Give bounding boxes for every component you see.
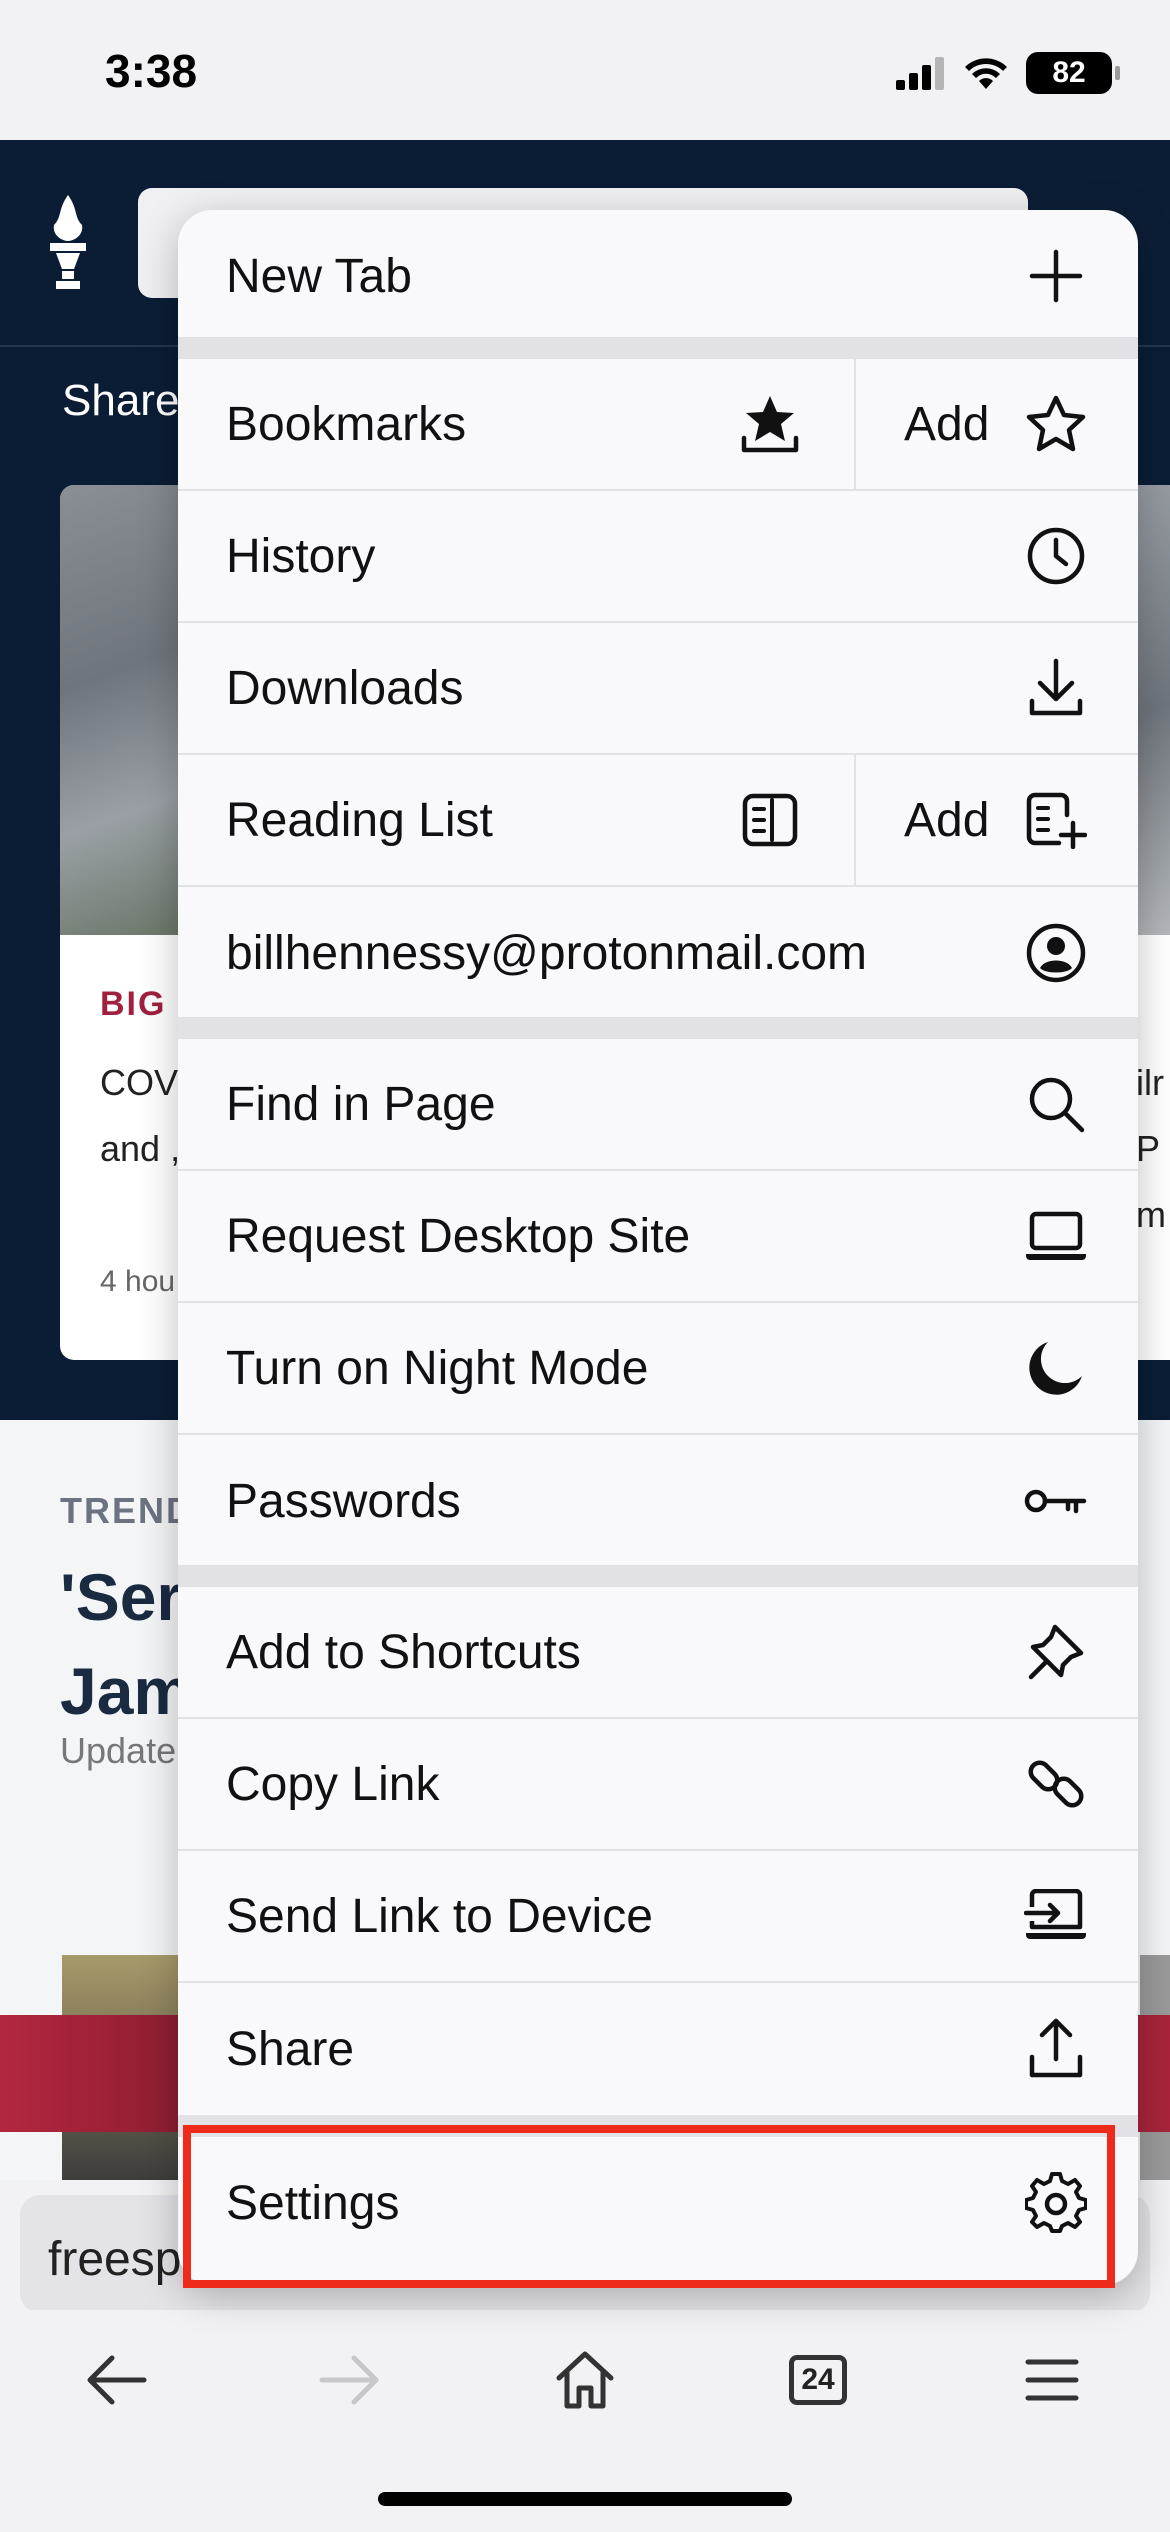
menu-item-bookmarks[interactable]: Bookmarks Add bbox=[178, 359, 1138, 491]
settings-highlight-box bbox=[183, 2125, 1115, 2288]
reading-list-icon bbox=[738, 788, 802, 852]
article-time: 4 hou bbox=[100, 1265, 176, 1298]
link-icon bbox=[1024, 1752, 1088, 1816]
promo-banner[interactable] bbox=[0, 2015, 180, 2132]
clock-icon bbox=[1024, 524, 1088, 588]
bookmarks-tray-star-icon bbox=[738, 392, 802, 456]
menu-item-label: New Tab bbox=[226, 249, 412, 303]
article-summary: COVI and , bbox=[100, 1062, 189, 1169]
trending-headline[interactable]: 'Ser Jam bbox=[60, 1550, 192, 1738]
menu-item-night-mode[interactable]: Turn on Night Mode bbox=[178, 1303, 1138, 1435]
share-link[interactable]: Share bbox=[62, 376, 179, 426]
cellular-signal-icon bbox=[896, 56, 946, 90]
split-divider bbox=[854, 359, 856, 491]
menu-item-label: Reading List bbox=[226, 793, 493, 847]
star-outline-icon[interactable] bbox=[1024, 392, 1088, 456]
menu-item-reading-list[interactable]: Reading List Add bbox=[178, 755, 1138, 887]
browser-menu-popup: New Tab Bookmarks Add History Downloads … bbox=[178, 210, 1138, 2285]
menu-item-downloads[interactable]: Downloads bbox=[178, 623, 1138, 755]
menu-item-history[interactable]: History bbox=[178, 491, 1138, 623]
menu-item-passwords[interactable]: Passwords bbox=[178, 1435, 1138, 1567]
forward-arrow-icon bbox=[319, 2355, 379, 2405]
back-button[interactable] bbox=[76, 2340, 156, 2420]
menu-item-account[interactable]: billhennessy@protonmail.com bbox=[178, 887, 1138, 1019]
menu-item-add-to-shortcuts[interactable]: Add to Shortcuts bbox=[178, 1587, 1138, 1719]
send-to-device-icon bbox=[1024, 1884, 1088, 1948]
menu-item-share[interactable]: Share bbox=[178, 1983, 1138, 2115]
menu-button[interactable] bbox=[1012, 2340, 1092, 2420]
menu-item-label: Add to Shortcuts bbox=[226, 1625, 581, 1679]
menu-item-label: Passwords bbox=[226, 1474, 461, 1528]
menu-item-label: Downloads bbox=[226, 661, 464, 715]
moon-icon bbox=[1024, 1336, 1088, 1400]
menu-item-label: Share bbox=[226, 2022, 355, 2076]
menu-item-label: Find in Page bbox=[226, 1077, 496, 1131]
menu-group-separator bbox=[178, 1565, 1138, 1587]
trending-label: TREND bbox=[60, 1490, 194, 1531]
account-avatar-icon bbox=[1024, 921, 1088, 985]
wifi-icon bbox=[962, 55, 1010, 91]
laptop-icon bbox=[1024, 1204, 1088, 1268]
menu-group-separator bbox=[178, 337, 1138, 359]
article-summary: ilr P m bbox=[1136, 1062, 1166, 1235]
menu-item-label: Copy Link bbox=[226, 1757, 440, 1811]
menu-item-label: Bookmarks bbox=[226, 397, 467, 451]
home-icon bbox=[556, 2351, 614, 2409]
add-reading-list-label[interactable]: Add bbox=[904, 793, 989, 848]
home-button[interactable] bbox=[545, 2340, 625, 2420]
menu-item-label: Turn on Night Mode bbox=[226, 1341, 649, 1395]
forward-button[interactable] bbox=[310, 2340, 390, 2420]
status-bar: 3:38 82 bbox=[0, 0, 1170, 140]
menu-item-find-in-page[interactable]: Find in Page bbox=[178, 1039, 1138, 1171]
reading-list-add-icon[interactable] bbox=[1024, 788, 1088, 852]
plus-icon bbox=[1024, 244, 1088, 308]
url-text: freesp bbox=[48, 2233, 182, 2286]
back-arrow-icon bbox=[87, 2355, 147, 2405]
status-icons: 82 bbox=[896, 52, 1120, 94]
menu-item-send-link-to-device[interactable]: Send Link to Device bbox=[178, 1851, 1138, 1983]
tabs-count-icon: 24 bbox=[789, 2355, 847, 2405]
status-time: 3:38 bbox=[105, 45, 198, 97]
battery-indicator: 82 bbox=[1026, 52, 1120, 94]
pin-icon bbox=[1024, 1620, 1088, 1684]
menu-item-label: billhennessy@protonmail.com bbox=[226, 926, 868, 980]
home-indicator bbox=[378, 2492, 792, 2506]
tabs-button[interactable]: 24 bbox=[778, 2340, 858, 2420]
menu-item-copy-link[interactable]: Copy Link bbox=[178, 1719, 1138, 1851]
menu-item-label: Request Desktop Site bbox=[226, 1209, 691, 1263]
menu-item-request-desktop-site[interactable]: Request Desktop Site bbox=[178, 1171, 1138, 1303]
menu-item-label: Send Link to Device bbox=[226, 1889, 653, 1943]
download-icon bbox=[1024, 656, 1088, 720]
key-icon bbox=[1024, 1469, 1088, 1533]
menu-group-separator bbox=[178, 1017, 1138, 1039]
site-logo-torch-icon bbox=[44, 195, 92, 291]
hamburger-menu-icon bbox=[1025, 2359, 1079, 2401]
split-divider bbox=[854, 755, 856, 887]
search-icon bbox=[1024, 1072, 1088, 1136]
menu-item-new-tab[interactable]: New Tab bbox=[178, 210, 1138, 342]
menu-item-label: History bbox=[226, 529, 376, 583]
share-icon bbox=[1024, 2017, 1088, 2081]
add-bookmark-label[interactable]: Add bbox=[904, 397, 989, 452]
updated-text: Update bbox=[60, 1730, 177, 1771]
